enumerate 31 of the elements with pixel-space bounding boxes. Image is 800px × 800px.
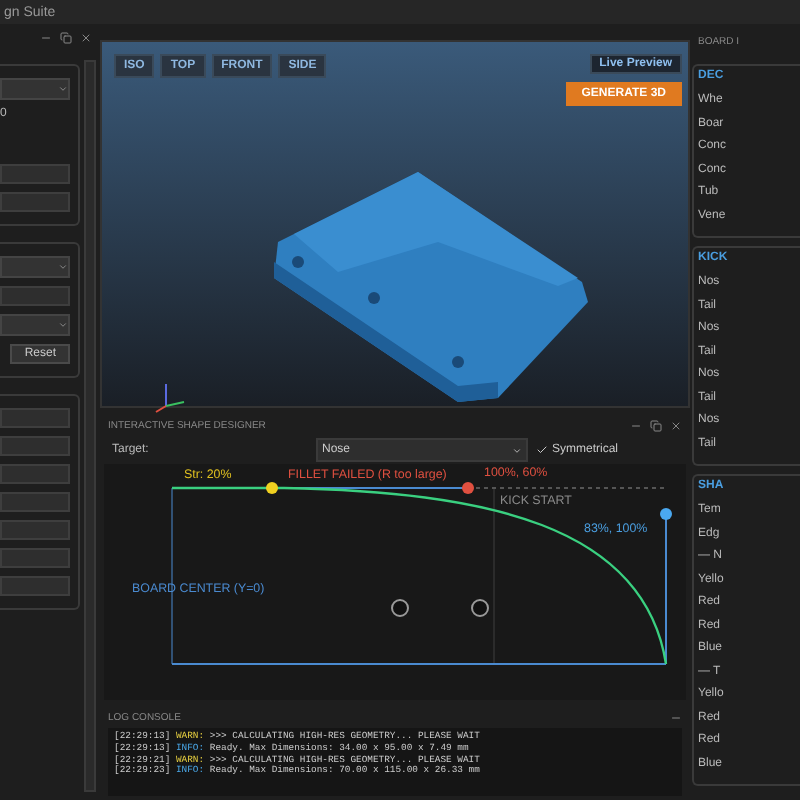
number-field[interactable] — [0, 520, 70, 540]
number-field[interactable] — [0, 164, 70, 184]
number-field[interactable] — [0, 408, 70, 428]
control-point[interactable] — [391, 599, 409, 617]
control-point[interactable] — [266, 482, 278, 494]
minimize-icon[interactable] — [40, 32, 52, 44]
control-point[interactable] — [471, 599, 489, 617]
float-icon[interactable] — [60, 32, 72, 44]
number-field[interactable] — [0, 436, 70, 456]
chevron-down-icon — [58, 84, 68, 94]
dropdown-field[interactable] — [0, 314, 70, 336]
number-field[interactable] — [0, 548, 70, 568]
chevron-down-icon — [512, 445, 522, 455]
number-field[interactable] — [0, 576, 70, 596]
number-field[interactable] — [0, 492, 70, 512]
axes-icon — [155, 383, 185, 413]
chevron-down-icon — [58, 262, 68, 272]
check-icon — [536, 444, 548, 456]
minimize-icon[interactable] — [630, 420, 642, 432]
number-field[interactable] — [0, 464, 70, 484]
dropdown-field[interactable] — [0, 256, 70, 278]
chevron-down-icon — [58, 320, 68, 330]
minimize-icon[interactable] — [670, 712, 682, 724]
control-point[interactable] — [660, 508, 672, 520]
close-icon[interactable] — [670, 420, 682, 432]
number-field[interactable] — [0, 286, 70, 306]
number-field[interactable] — [0, 192, 70, 212]
close-icon[interactable] — [80, 32, 92, 44]
dropdown-field[interactable] — [0, 78, 70, 100]
scrollbar[interactable] — [84, 60, 96, 792]
float-icon[interactable] — [650, 420, 662, 432]
